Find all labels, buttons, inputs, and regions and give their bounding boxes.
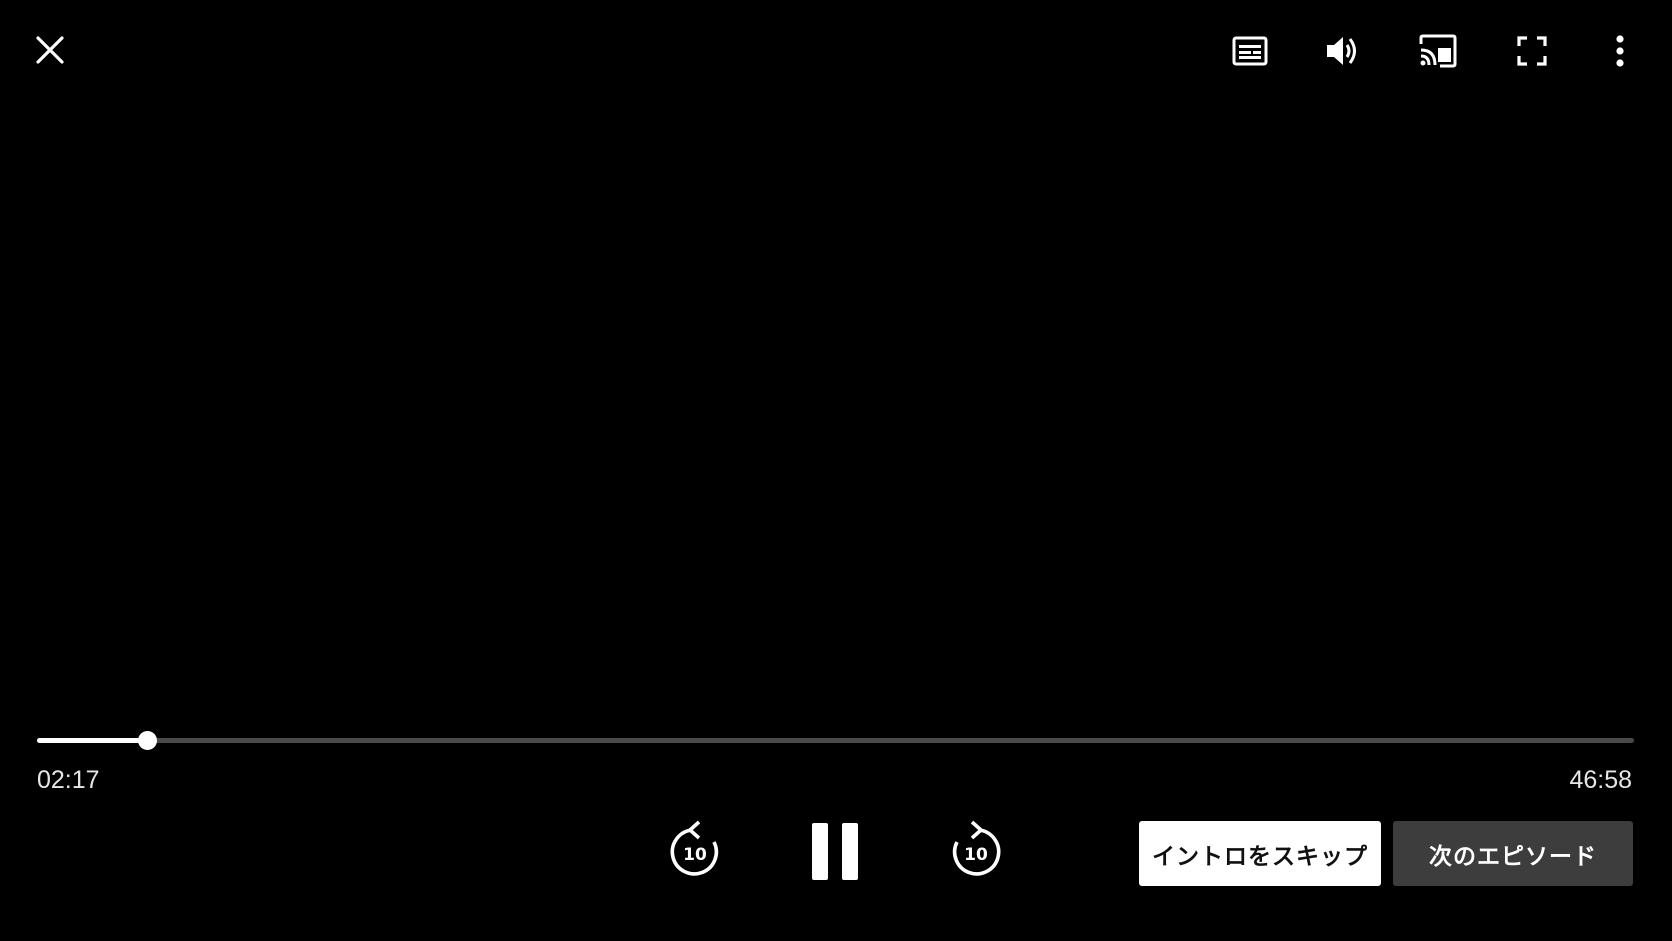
progress-bar[interactable]: [37, 731, 1634, 750]
rewind-icon: 10: [670, 820, 719, 876]
cast-icon[interactable]: [1414, 27, 1462, 75]
fullscreen-icon[interactable]: [1508, 27, 1556, 75]
next-episode-button[interactable]: 次のエピソード: [1393, 821, 1633, 886]
more-vert-icon[interactable]: [1596, 27, 1644, 75]
forward-10-button[interactable]: 10: [944, 820, 1006, 882]
pause-icon-right-bar: [842, 823, 858, 880]
video-player[interactable]: 02:17 46:58 10 10 イントロをスキップ 次のエピソード: [0, 0, 1672, 941]
progress-fill: [37, 738, 147, 743]
total-time: 46:58: [1569, 766, 1632, 794]
volume-icon[interactable]: [1319, 27, 1367, 75]
pause-icon-left-bar: [812, 823, 828, 880]
forward-seconds-label: 10: [964, 845, 988, 865]
pause-button[interactable]: [812, 823, 858, 880]
forward-icon: 10: [952, 820, 1001, 876]
progress-track: [37, 738, 1634, 743]
close-icon[interactable]: [26, 26, 74, 74]
current-time: 02:17: [37, 766, 100, 794]
rewind-seconds-label: 10: [683, 845, 707, 865]
subtitles-icon[interactable]: [1226, 27, 1274, 75]
skip-intro-button[interactable]: イントロをスキップ: [1139, 821, 1381, 886]
progress-thumb[interactable]: [137, 731, 157, 750]
rewind-10-button[interactable]: 10: [665, 820, 727, 882]
